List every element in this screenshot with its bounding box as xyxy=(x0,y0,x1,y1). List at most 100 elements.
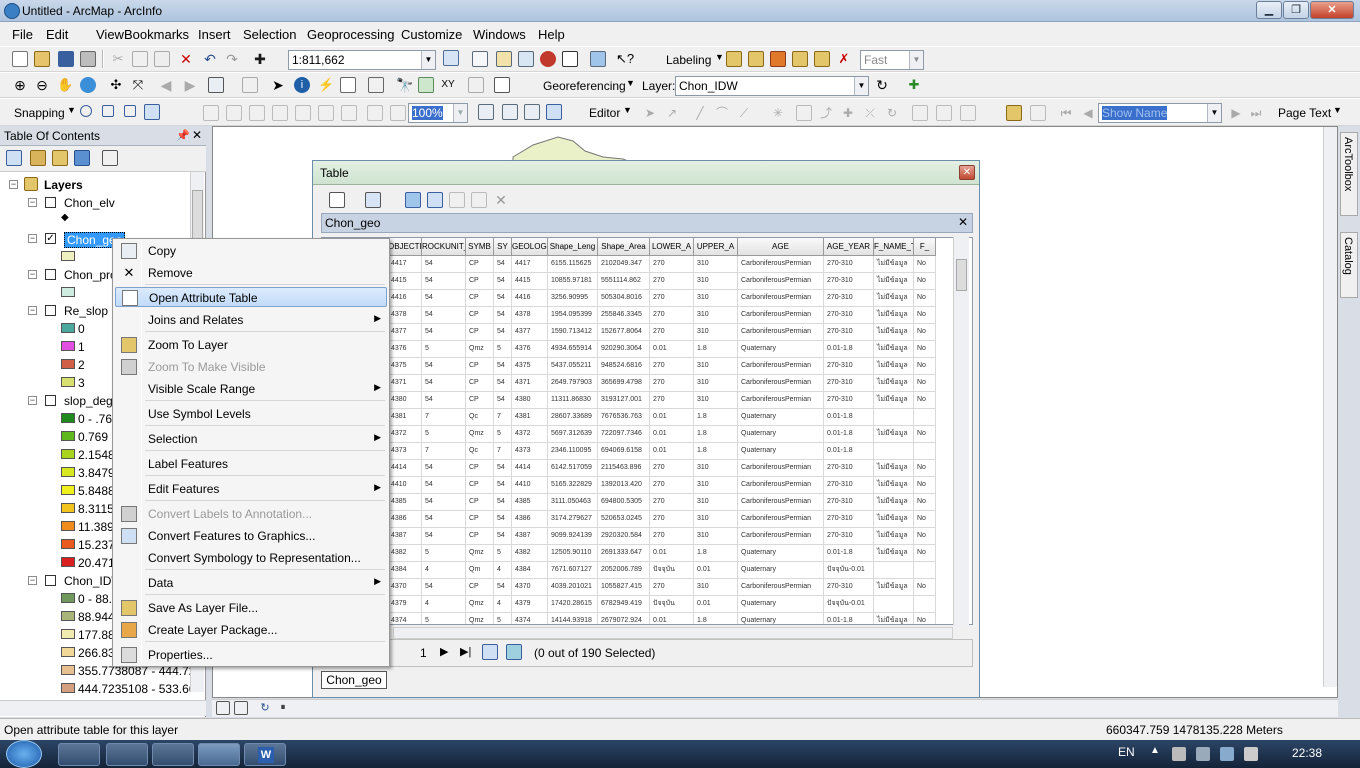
table-cell[interactable]: 17420.28615 xyxy=(548,596,598,613)
table-cell[interactable]: 310 xyxy=(694,256,738,273)
table-cell[interactable]: 54 xyxy=(422,494,466,511)
table-cell[interactable]: 270-310 xyxy=(824,494,874,511)
table-cell[interactable]: 4410 xyxy=(512,477,548,494)
table-cell[interactable]: 54 xyxy=(494,511,512,528)
table-cell[interactable]: 54 xyxy=(494,358,512,375)
table-cell[interactable]: 4415 xyxy=(512,273,548,290)
table-cell[interactable]: No xyxy=(914,273,936,290)
collapse-icon[interactable]: − xyxy=(28,306,37,315)
table-cell[interactable]: 310 xyxy=(694,290,738,307)
toc-hscrollbar[interactable] xyxy=(0,700,206,716)
table-cell[interactable]: 270-310 xyxy=(824,477,874,494)
menu-customize[interactable]: Customize xyxy=(401,27,462,42)
table-cell[interactable]: 4370 xyxy=(512,579,548,596)
table-cell[interactable]: 1954.095399 xyxy=(548,307,598,324)
table-cell[interactable]: 722097.7346 xyxy=(598,426,650,443)
add-data-icon[interactable]: ✚ xyxy=(252,51,268,67)
help-icon[interactable]: ↖? xyxy=(616,51,634,67)
table-cell[interactable]: CP xyxy=(466,273,494,290)
toc-scroll-thumb[interactable] xyxy=(192,190,203,244)
add-control-points-icon[interactable]: ✚ xyxy=(906,77,922,93)
paste-icon[interactable] xyxy=(154,51,170,67)
table-cell[interactable]: 270-310 xyxy=(824,392,874,409)
table-cell[interactable] xyxy=(914,596,936,613)
table-cell[interactable]: 4384 xyxy=(388,562,422,579)
fixed-layout-zoom-out-icon[interactable] xyxy=(341,105,357,121)
table-cell[interactable]: 4380 xyxy=(512,392,548,409)
table-cell[interactable]: No xyxy=(914,392,936,409)
next-page-icon[interactable]: ▶ xyxy=(1228,105,1244,121)
table-cell[interactable]: 270 xyxy=(650,528,694,545)
layer-visibility-checkbox[interactable] xyxy=(45,269,56,280)
table-cell[interactable]: 0.01 xyxy=(650,426,694,443)
previous-page-icon[interactable]: ◀ xyxy=(1080,105,1096,121)
label-manager-icon[interactable] xyxy=(726,51,742,67)
table-cell[interactable]: 4415 xyxy=(388,273,422,290)
table-cell[interactable]: Qc xyxy=(466,409,494,426)
label-weight-icon[interactable] xyxy=(770,51,786,67)
table-cell[interactable]: 1.8 xyxy=(694,545,738,562)
collapse-icon[interactable]: − xyxy=(28,270,37,279)
table-cell[interactable]: 4380 xyxy=(388,392,422,409)
close-window-button[interactable]: ✕ xyxy=(1310,1,1354,19)
last-record-icon[interactable]: ▶| xyxy=(460,645,471,658)
table-cell[interactable]: 4371 xyxy=(512,375,548,392)
menu-item-label-features[interactable]: Label Features xyxy=(115,454,387,474)
end-snapping-icon[interactable] xyxy=(102,105,114,117)
table-cell[interactable]: No xyxy=(914,511,936,528)
list-by-selection-icon[interactable] xyxy=(74,150,90,166)
table-cell[interactable]: ไม่มีข้อมูล xyxy=(874,511,914,528)
redo-icon[interactable]: ↷ xyxy=(224,51,240,67)
table-cell[interactable]: ไม่มีข้อมูล xyxy=(874,341,914,358)
layout-forward-icon[interactable] xyxy=(390,105,406,121)
table-cell[interactable]: ไม่มีข้อมูล xyxy=(874,273,914,290)
fixed-layout-zoom-in-icon[interactable] xyxy=(318,105,334,121)
table-cell[interactable]: 310 xyxy=(694,528,738,545)
table-cell[interactable]: No xyxy=(914,307,936,324)
layers-root-label[interactable]: Layers xyxy=(44,178,83,192)
editor-menu[interactable]: Editor xyxy=(589,106,620,120)
table-cell[interactable]: Qmz xyxy=(466,596,494,613)
table-cell[interactable]: 270-310 xyxy=(824,511,874,528)
taskbar-explorer-icon[interactable] xyxy=(106,743,148,766)
edit-annotation-icon[interactable]: ↗ xyxy=(664,105,680,121)
table-cell[interactable]: 4376 xyxy=(512,341,548,358)
create-features-icon[interactable] xyxy=(960,105,976,121)
table-cell[interactable]: CP xyxy=(466,307,494,324)
table-cell[interactable]: 14144.93918 xyxy=(548,613,598,624)
select-elements-icon[interactable]: ➤ xyxy=(270,77,286,93)
related-tables-icon[interactable] xyxy=(365,192,381,208)
table-cell[interactable]: ไม่มีข้อมูล xyxy=(874,477,914,494)
current-record[interactable]: 1 xyxy=(420,646,427,660)
table-cell[interactable]: 4377 xyxy=(512,324,548,341)
table-cell[interactable]: 4378 xyxy=(512,307,548,324)
table-cell[interactable]: 3193127.001 xyxy=(598,392,650,409)
table-cell[interactable]: 270-310 xyxy=(824,290,874,307)
table-cell[interactable]: 4372 xyxy=(388,426,422,443)
table-cell[interactable]: No xyxy=(914,324,936,341)
fixed-zoom-out-icon[interactable]: ⤧ xyxy=(130,77,146,93)
column-header[interactable]: UPPER_A xyxy=(694,238,738,256)
delete-icon[interactable]: ✕ xyxy=(178,51,194,67)
tray-network-icon[interactable] xyxy=(1220,747,1234,761)
table-cell[interactable]: 54 xyxy=(494,375,512,392)
language-indicator[interactable]: EN xyxy=(1118,745,1135,759)
table-cell[interactable]: CP xyxy=(466,460,494,477)
table-cell[interactable]: ไม่มีข้อมูล xyxy=(874,358,914,375)
table-cell[interactable]: 0.01 xyxy=(650,545,694,562)
table-cell[interactable] xyxy=(874,409,914,426)
table-cell[interactable] xyxy=(874,562,914,579)
table-cell[interactable]: 5551114.862 xyxy=(598,273,650,290)
table-cell[interactable]: CarboniferousPermian xyxy=(738,579,824,596)
table-cell[interactable]: 4372 xyxy=(512,426,548,443)
table-cell[interactable]: 5 xyxy=(422,613,466,624)
collapse-icon[interactable]: − xyxy=(28,198,37,207)
table-cell[interactable]: 4371 xyxy=(388,375,422,392)
table-cell[interactable]: 270 xyxy=(650,273,694,290)
table-cell[interactable]: Quaternary xyxy=(738,341,824,358)
table-cell[interactable]: 54 xyxy=(494,273,512,290)
pause-drawing-icon[interactable]: ⏸ xyxy=(276,701,290,715)
table-cell[interactable]: CP xyxy=(466,494,494,511)
delete-selected-icon[interactable]: ✕ xyxy=(493,192,509,208)
table-cell[interactable]: 4414 xyxy=(388,460,422,477)
